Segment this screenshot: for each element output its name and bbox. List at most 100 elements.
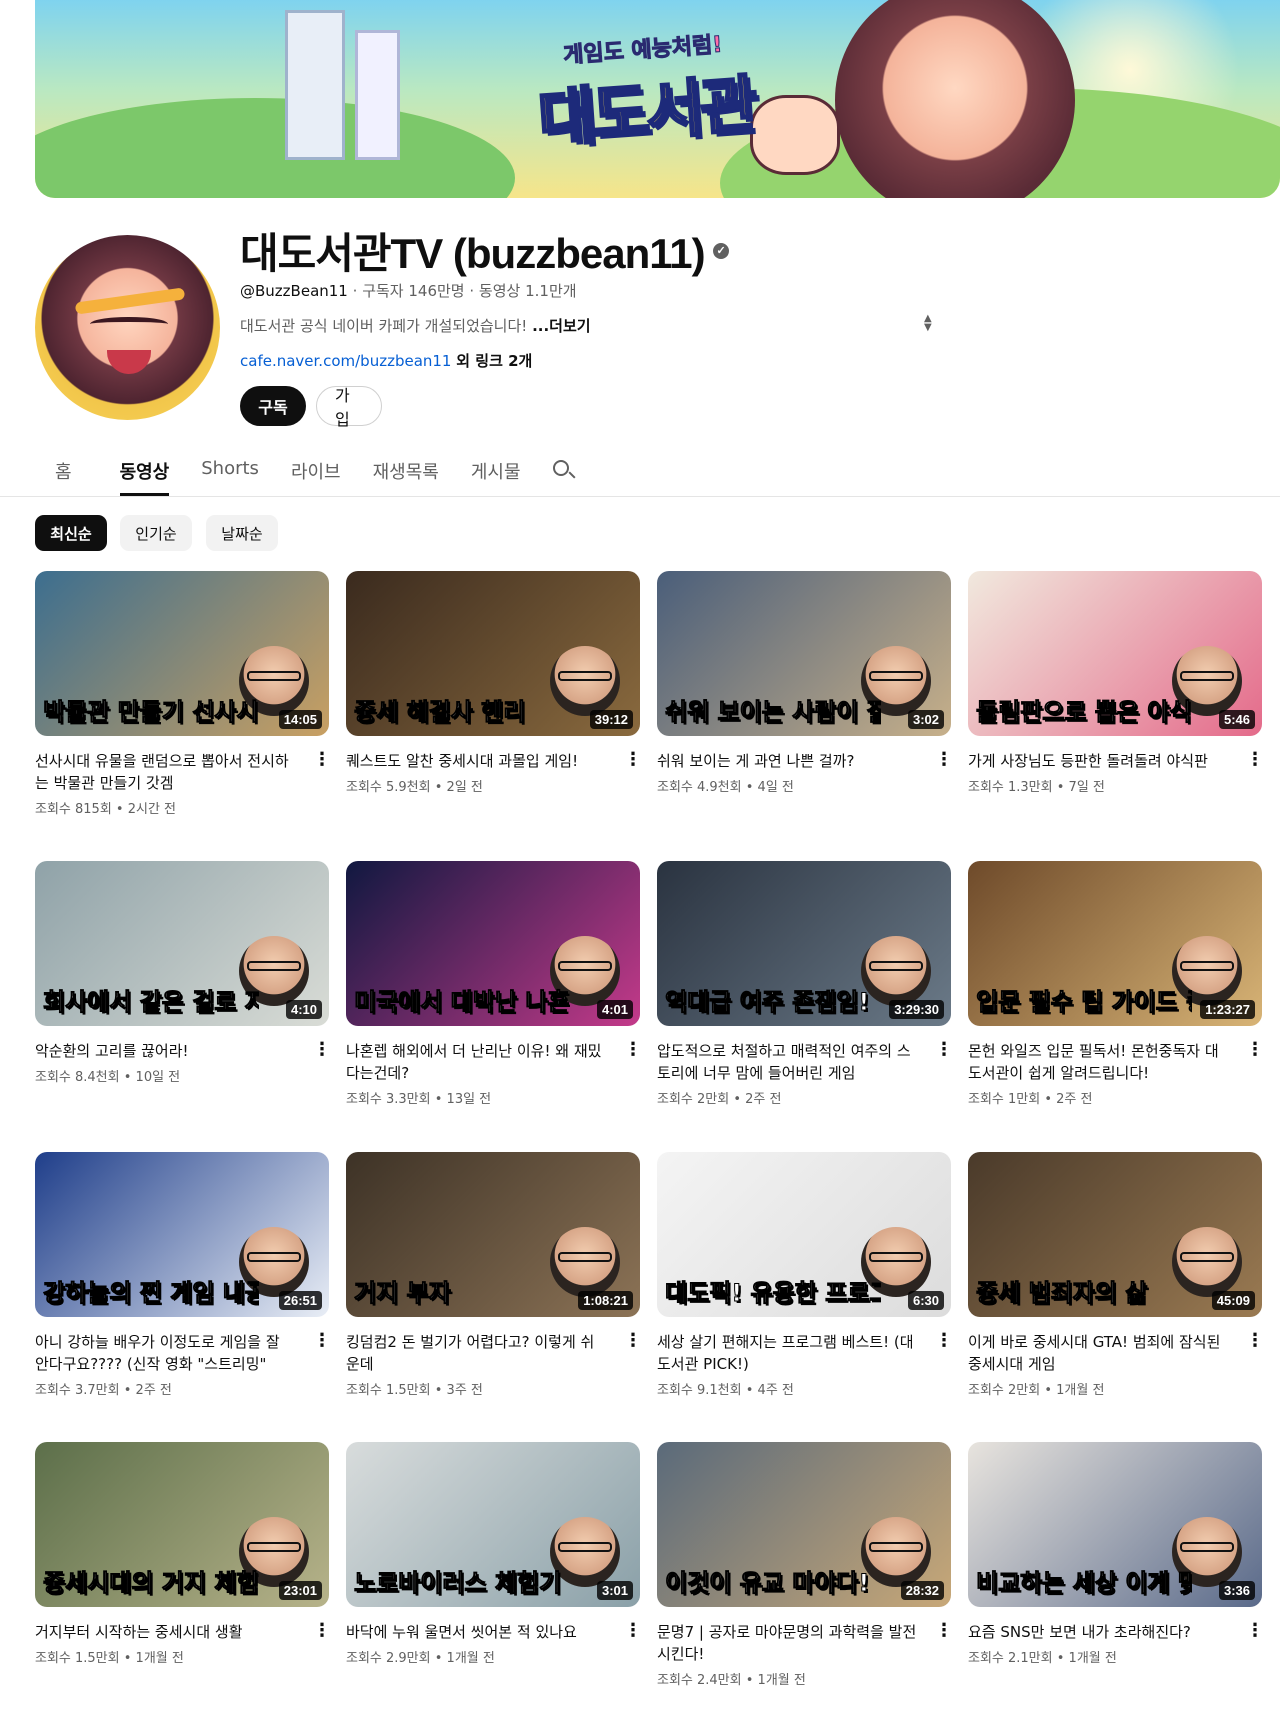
video-title[interactable]: 이게 바로 중세시대 GTA! 범죄에 잠식된 중세시대 게임 (968, 1331, 1230, 1375)
video-thumbnail[interactable]: 거지 부자 1:08:21 (346, 1152, 640, 1317)
join-button[interactable]: 가입 (316, 386, 382, 429)
more-actions-icon[interactable]: ⋮ (624, 1332, 642, 1350)
video-thumbnail[interactable]: 이것이 유교 마야다! 28:32 (657, 1442, 951, 1607)
more-actions-icon[interactable]: ⋮ (313, 1041, 331, 1059)
thumbnail-caption: 중세시대의 거지 체험하기 (43, 1569, 259, 1597)
video-card[interactable]: 대도픽! 유용한 프로그램 베스트 6:30 세상 살기 편해지는 프로그램 베스트… (657, 1152, 953, 1398)
video-title[interactable]: 악순환의 고리를 끊어라! (35, 1040, 297, 1062)
more-link[interactable]: ...더보기 (532, 317, 591, 335)
more-actions-icon[interactable]: ⋮ (313, 1622, 331, 1640)
more-actions-icon[interactable]: ⋮ (1246, 1622, 1264, 1640)
tab-shorts[interactable]: Shorts (201, 448, 259, 496)
video-card[interactable]: 중세 범죄자의 삶 45:09 이게 바로 중세시대 GTA! 범죄에 잠식된 중세… (968, 1152, 1264, 1398)
video-meta: 조회수 2.9만회 • 1개월 전 (346, 1647, 640, 1666)
video-thumbnail[interactable]: 비교하는 세상 이게 맞나요? 3:36 (968, 1442, 1262, 1607)
more-actions-icon[interactable]: ⋮ (624, 1041, 642, 1059)
video-title[interactable]: 문명7 | 공자로 마야문명의 과학력을 발전시킨다! (657, 1621, 919, 1665)
video-title[interactable]: 가게 사장님도 등판한 돌려돌려 야식판 (968, 750, 1230, 772)
video-thumbnail[interactable]: 입문 필수 팁 가이드 종결자 1:23:27 (968, 861, 1262, 1026)
video-title[interactable]: 나혼렙 해외에서 더 난리난 이유! 왜 재밌다는건데? (346, 1040, 608, 1084)
thumbnail-caption: 중세 해결사 헨리 (354, 698, 526, 726)
video-meta: 조회수 815회 • 2시간 전 (35, 798, 329, 817)
video-thumbnail[interactable]: 중세 해결사 헨리 39:12 (346, 571, 640, 736)
banner-building (355, 30, 400, 160)
more-links[interactable]: 외 링크 2개 (456, 352, 532, 370)
meta-separator: • (430, 1092, 447, 1107)
expand-arrows-icon[interactable]: ▲ ▼ (924, 314, 932, 333)
video-age: 1개월 전 (1068, 1651, 1117, 1666)
video-thumbnail[interactable]: 중세시대의 거지 체험하기 23:01 (35, 1442, 329, 1607)
video-title[interactable]: 거지부터 시작하는 중세시대 생활 (35, 1621, 297, 1643)
video-title[interactable]: 아니 강하늘 배우가 이정도로 게임을 잘 안다구요???? (신작 영화 "스… (35, 1331, 297, 1375)
video-title[interactable]: 세상 살기 편해지는 프로그램 베스트! (대도서관 PICK!) (657, 1331, 919, 1375)
more-actions-icon[interactable]: ⋮ (935, 1332, 953, 1350)
video-thumbnail[interactable]: 노로바이러스 체험기 3:01 (346, 1442, 640, 1607)
video-card[interactable]: 거지 부자 1:08:21 킹덤컴2 돈 벌기가 어렵다고? 이렇게 쉬운데 조회수 … (346, 1152, 642, 1398)
tab-live[interactable]: 라이브 (291, 448, 341, 496)
video-card[interactable]: 이것이 유교 마야다! 28:32 문명7 | 공자로 마야문명의 과학력을 발전시… (657, 1442, 953, 1688)
video-thumbnail[interactable]: 강하늘의 찐 게임 내공 26:51 (35, 1152, 329, 1317)
video-meta: 조회수 3.7만회 • 2주 전 (35, 1379, 329, 1398)
more-actions-icon[interactable]: ⋮ (1246, 1041, 1264, 1059)
video-title[interactable]: 압도적으로 처절하고 매력적인 여주의 스토리에 너무 맘에 들어버린 게임 (657, 1040, 919, 1084)
meta-separator: • (741, 1673, 758, 1688)
tab-videos[interactable]: 동영상 (119, 448, 170, 496)
thumbnail-glasses (558, 961, 612, 971)
video-card[interactable]: 중세시대의 거지 체험하기 23:01 거지부터 시작하는 중세시대 생활조회수 1… (35, 1442, 331, 1666)
video-title[interactable]: 킹덤컴2 돈 벌기가 어렵다고? 이렇게 쉬운데 (346, 1331, 608, 1375)
meta-separator: • (1040, 1383, 1057, 1398)
video-title[interactable]: 바닥에 누워 울면서 씻어본 적 있나요 (346, 1621, 608, 1643)
video-thumbnail[interactable]: 중세 범죄자의 삶 45:09 (968, 1152, 1262, 1317)
more-actions-icon[interactable]: ⋮ (624, 751, 642, 769)
video-title[interactable]: 쉬워 보이는 게 과연 나쁜 걸까? (657, 750, 919, 772)
more-actions-icon[interactable]: ⋮ (313, 1332, 331, 1350)
more-actions-icon[interactable]: ⋮ (1246, 1332, 1264, 1350)
search-icon[interactable] (552, 460, 576, 482)
meta-separator: • (430, 780, 447, 795)
video-thumbnail[interactable]: 돌림판으로 뽑은 야식 상태가?? 5:46 (968, 571, 1262, 736)
more-actions-icon[interactable]: ⋮ (313, 751, 331, 769)
video-card[interactable]: 중세 해결사 헨리 39:12 퀘스트도 알찬 중세시대 과몰입 게임! 조회수 5.… (346, 571, 642, 795)
video-thumbnail[interactable]: 회사에서 같은 걸로 자꾸 혼나요 4:10 (35, 861, 329, 1026)
channel-description[interactable]: 대도서관 공식 네이버 카페가 개설되었습니다! ...더보기 (240, 315, 591, 336)
video-title[interactable]: 몬헌 와일즈 입문 필독서! 몬헌중독자 대도서관이 쉽게 알려드립니다! (968, 1040, 1230, 1084)
video-card[interactable]: 입문 필수 팁 가이드 종결자 1:23:27 몬헌 와일즈 입문 필독서! 몬헌중… (968, 861, 1264, 1107)
subscribe-button[interactable]: 구독 (240, 386, 306, 426)
video-card[interactable]: 미국에서 대박난 나혼렙애니 4:01 나혼렙 해외에서 더 난리난 이유! 왜 재… (346, 861, 642, 1107)
chip-latest[interactable]: 최신순 (35, 515, 107, 551)
video-title[interactable]: 퀘스트도 알찬 중세시대 과몰입 게임! (346, 750, 608, 772)
more-actions-icon[interactable]: ⋮ (624, 1622, 642, 1640)
video-card[interactable]: 쉬워 보이는 사람이 잘 하더라 3:02 쉬워 보이는 게 과연 나쁜 걸까? 조회… (657, 571, 953, 795)
tab-home[interactable]: 홈 (55, 448, 72, 496)
video-card[interactable]: 역대급 여주 존잼임! 3:29:30 압도적으로 처절하고 매력적인 여주의 스토… (657, 861, 953, 1107)
video-thumbnail[interactable]: 대도픽! 유용한 프로그램 베스트 6:30 (657, 1152, 951, 1317)
video-meta: 조회수 1만회 • 2주 전 (968, 1088, 1262, 1107)
video-card[interactable]: 비교하는 세상 이게 맞나요? 3:36 요즘 SNS만 보면 내가 초라해진다? 조… (968, 1442, 1264, 1666)
video-card[interactable]: 회사에서 같은 걸로 자꾸 혼나요 4:10 악순환의 고리를 끊어라! 조회수 8.… (35, 861, 331, 1085)
video-thumbnail[interactable]: 미국에서 대박난 나혼렙애니 4:01 (346, 861, 640, 1026)
video-card[interactable]: 노로바이러스 체험기 3:01 바닥에 누워 울면서 씻어본 적 있나요조회수 2.… (346, 1442, 642, 1666)
thumbnail-glasses (558, 1542, 612, 1552)
channel-link-url[interactable]: cafe.naver.com/buzzbean11 (240, 352, 451, 370)
video-age: 13일 전 (446, 1092, 492, 1107)
more-actions-icon[interactable]: ⋮ (935, 1622, 953, 1640)
video-thumbnail[interactable]: 쉬워 보이는 사람이 잘 하더라 3:02 (657, 571, 951, 736)
video-card[interactable]: 강하늘의 찐 게임 내공 26:51 아니 강하늘 배우가 이정도로 게임을 잘 안… (35, 1152, 331, 1398)
thumbnail-caption: 입문 필수 팁 가이드 종결자 (976, 988, 1192, 1016)
video-title[interactable]: 요즘 SNS만 보면 내가 초라해진다? (968, 1621, 1230, 1643)
meta-separator: • (119, 1383, 136, 1398)
tab-playlists[interactable]: 재생목록 (373, 448, 439, 496)
video-meta: 조회수 5.9천회 • 2일 전 (346, 776, 640, 795)
more-actions-icon[interactable]: ⋮ (935, 751, 953, 769)
video-thumbnail[interactable]: 역대급 여주 존잼임! 3:29:30 (657, 861, 951, 1026)
chip-oldest[interactable]: 날짜순 (206, 515, 278, 551)
video-title[interactable]: 선사시대 유물을 랜덤으로 뽑아서 전시하는 박물관 만들기 갓겜 (35, 750, 297, 794)
video-card[interactable]: 박물관 만들기 선사시대편 14:05 선사시대 유물을 랜덤으로 뽑아서 전시하는… (35, 571, 331, 817)
channel-avatar[interactable] (35, 235, 220, 420)
video-card[interactable]: 돌림판으로 뽑은 야식 상태가?? 5:46 가게 사장님도 등판한 돌려돌려 야식… (968, 571, 1264, 795)
chip-popular[interactable]: 인기순 (120, 515, 192, 551)
tab-posts[interactable]: 게시물 (471, 448, 521, 496)
more-actions-icon[interactable]: ⋮ (935, 1041, 953, 1059)
video-thumbnail[interactable]: 박물관 만들기 선사시대편 14:05 (35, 571, 329, 736)
more-actions-icon[interactable]: ⋮ (1246, 751, 1264, 769)
